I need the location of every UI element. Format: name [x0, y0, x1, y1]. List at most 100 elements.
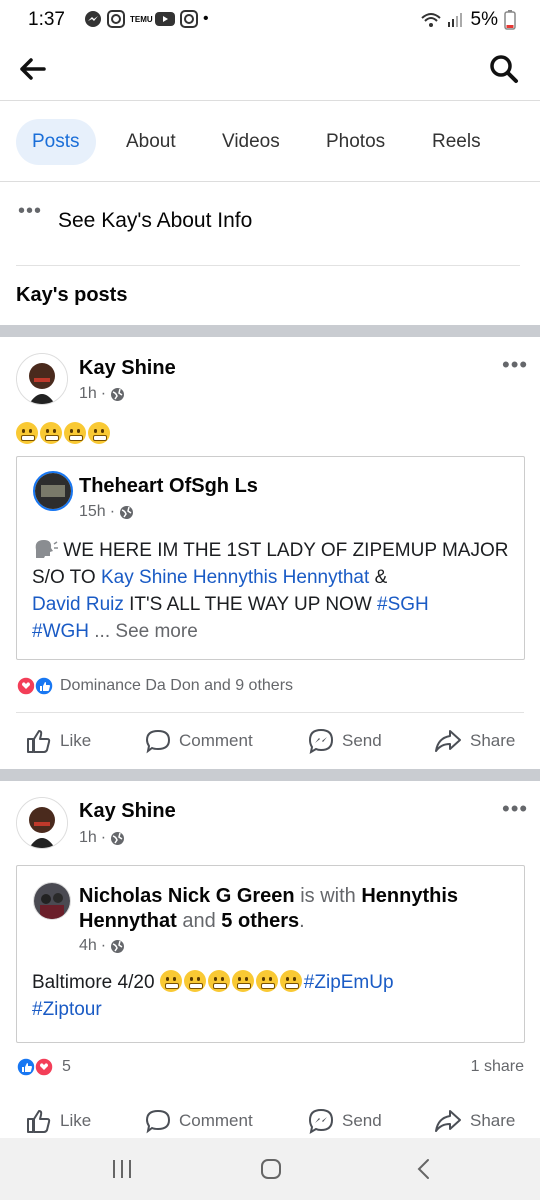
- zipper-mouth-emoji-icon: [207, 970, 230, 992]
- hashtag-link[interactable]: #SGH: [377, 594, 429, 615]
- comment-label: Comment: [179, 1111, 253, 1130]
- shared-avatar[interactable]: [33, 882, 71, 920]
- post-author[interactable]: Kay Shine: [79, 357, 176, 380]
- tab-photos[interactable]: Photos: [310, 119, 401, 165]
- globe-icon: [111, 831, 125, 845]
- messenger-send-icon: [308, 728, 334, 754]
- about-info-row[interactable]: ••• See Kay's About Info: [0, 186, 540, 266]
- instagram-icon-2: [180, 10, 198, 28]
- shared-meta: 4h ·: [79, 937, 125, 955]
- meta-separator: ·: [100, 385, 107, 402]
- zipper-mouth-emoji-icon: [231, 970, 254, 992]
- wifi-icon: [420, 13, 441, 27]
- shared-post-card[interactable]: Theheart OfSgh Ls 15h · WE HERE IM THE 1S…: [16, 456, 525, 660]
- shared-time[interactable]: 15h: [79, 503, 106, 521]
- shared-avatar[interactable]: [33, 471, 73, 511]
- comment-icon: [145, 1109, 171, 1134]
- battery-icon: [504, 10, 516, 30]
- section-title: Kay's posts: [16, 284, 128, 306]
- profile-photo-icon: [17, 354, 67, 404]
- tab-posts[interactable]: Posts: [16, 119, 96, 165]
- globe-icon: [111, 939, 125, 953]
- hashtag-link[interactable]: #WGH: [32, 621, 89, 642]
- back-arrow-icon[interactable]: [16, 53, 48, 85]
- profile-photo-icon: [17, 798, 67, 848]
- profile-tabs: Posts About Videos Photos Reels: [0, 101, 540, 182]
- meta-separator: ·: [100, 937, 107, 954]
- with-text: is with: [300, 885, 356, 907]
- send-label: Send: [342, 731, 382, 750]
- feed-separator: [0, 325, 540, 337]
- post-time[interactable]: 1h: [79, 385, 97, 403]
- tagged-others[interactable]: 5 others: [221, 910, 299, 932]
- home-icon[interactable]: [259, 1157, 283, 1181]
- share-button[interactable]: Share: [434, 1108, 515, 1134]
- globe-icon: [120, 505, 134, 519]
- post-text-part: IT'S ALL THE WAY UP NOW: [129, 594, 372, 615]
- tab-reels[interactable]: Reels: [416, 119, 497, 165]
- status-bar: 1:37 TEMU • 5%: [0, 0, 540, 40]
- post-author[interactable]: Kay Shine: [79, 800, 176, 823]
- comment-icon: [145, 729, 171, 754]
- like-button[interactable]: Like: [26, 728, 91, 754]
- shared-author[interactable]: Nicholas Nick G Green: [79, 885, 295, 907]
- instagram-icon: [107, 10, 125, 28]
- comment-button[interactable]: Comment: [145, 1108, 253, 1134]
- like-label: Like: [60, 731, 92, 750]
- zipper-mouth-emoji-icon: [88, 422, 110, 444]
- like-button[interactable]: Like: [26, 1108, 91, 1134]
- shared-time[interactable]: 4h: [79, 937, 97, 955]
- comment-button[interactable]: Comment: [145, 728, 253, 754]
- avatar[interactable]: [16, 797, 68, 849]
- post-options-icon[interactable]: •••: [502, 352, 528, 378]
- zipper-mouth-emoji-icon: [64, 422, 86, 444]
- back-nav-icon[interactable]: [412, 1157, 436, 1181]
- post-options-icon[interactable]: •••: [502, 796, 528, 822]
- like-icon: [27, 730, 51, 753]
- shared-post-card[interactable]: Nicholas Nick G Green is with Hennythis …: [16, 865, 525, 1043]
- about-info-link[interactable]: See Kay's About Info: [58, 209, 252, 233]
- send-label: Send: [342, 1111, 382, 1130]
- reactions-summary[interactable]: Dominance Da Don and 9 others: [16, 676, 293, 696]
- status-time: 1:37: [28, 9, 65, 30]
- signal-icon: [447, 13, 462, 27]
- messenger-icon: [85, 11, 101, 27]
- notification-icons: TEMU •: [84, 10, 209, 28]
- post-time[interactable]: 1h: [79, 829, 97, 847]
- tab-videos[interactable]: Videos: [206, 119, 296, 165]
- shared-header: Nicholas Nick G Green is with Hennythis …: [79, 884, 509, 934]
- share-arrow-icon: [435, 730, 461, 752]
- reactions-text[interactable]: Dominance Da Don and 9 others: [60, 677, 293, 695]
- feed-separator: [0, 769, 540, 781]
- globe-icon: [111, 387, 125, 401]
- zipper-mouth-emoji-icon: [255, 970, 278, 992]
- shared-author[interactable]: Theheart OfSgh Ls: [79, 475, 258, 498]
- avatar[interactable]: [16, 353, 68, 405]
- post-emoji-text: [16, 422, 112, 445]
- share-button[interactable]: Share: [434, 728, 515, 754]
- send-button[interactable]: Send: [308, 728, 382, 754]
- send-button[interactable]: Send: [308, 1108, 382, 1134]
- temu-icon: TEMU: [130, 14, 153, 24]
- recent-apps-icon[interactable]: [110, 1158, 134, 1180]
- reaction-count[interactable]: 5: [62, 1058, 71, 1076]
- post-text-part: &: [374, 567, 388, 588]
- hashtag-link[interactable]: #Ziptour: [32, 999, 102, 1020]
- search-icon[interactable]: [488, 53, 520, 85]
- tab-about[interactable]: About: [110, 119, 192, 165]
- post-meta: 1h ·: [79, 829, 125, 847]
- shared-meta: 15h ·: [79, 503, 134, 521]
- reactions-summary[interactable]: 5: [16, 1057, 71, 1077]
- post-meta: 1h ·: [79, 385, 125, 403]
- tagged-user-link[interactable]: Kay Shine Hennythis Hennythat: [101, 567, 369, 588]
- post-text-part: Baltimore 4/20: [32, 972, 155, 993]
- tagged-user-link[interactable]: David Ruiz: [32, 594, 124, 615]
- post-actions: Like Comment Send Share: [0, 1100, 540, 1138]
- hashtag-link[interactable]: #ZipEmUp: [304, 972, 394, 993]
- see-more-link[interactable]: ... See more: [94, 621, 198, 642]
- share-count[interactable]: 1 share: [471, 1058, 524, 1076]
- shared-post-text: Baltimore 4/20 #ZipEmUp #Ziptour: [32, 969, 512, 1023]
- more-dots-icon: •••: [18, 200, 43, 222]
- comment-label: Comment: [179, 731, 253, 750]
- share-label: Share: [470, 1111, 516, 1130]
